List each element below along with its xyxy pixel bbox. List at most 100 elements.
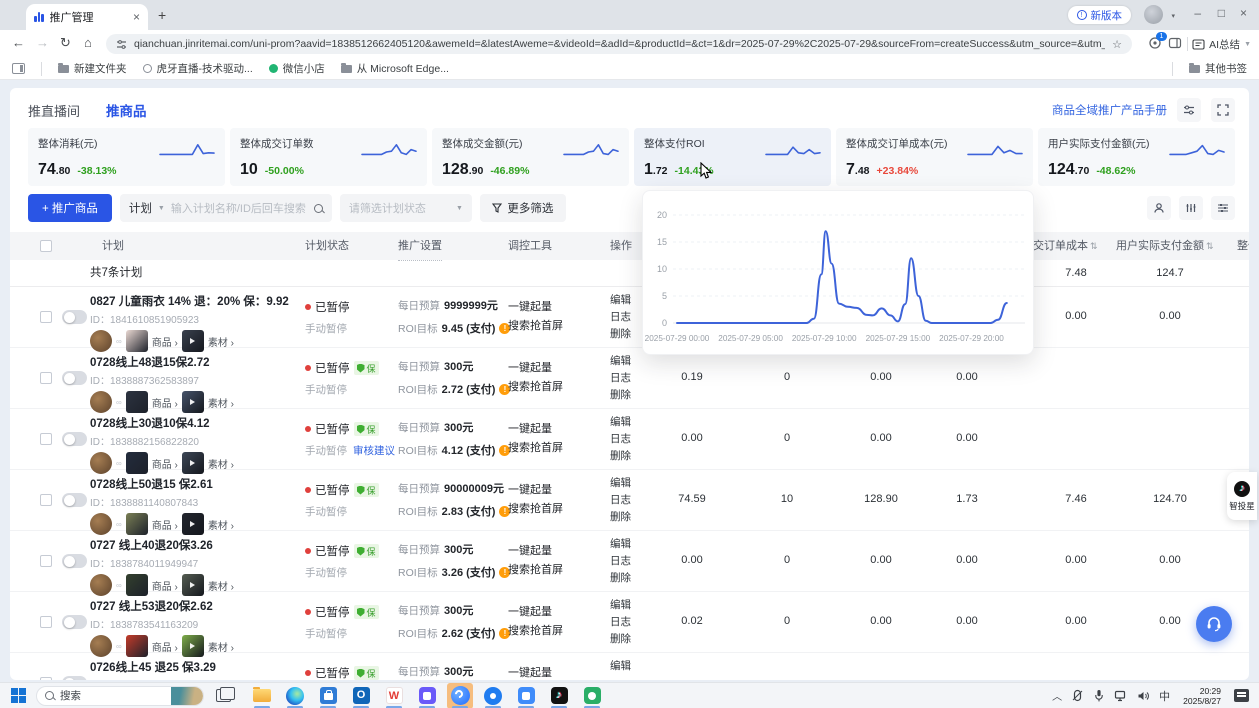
plan-status-select[interactable]: 请筛选计划状态 ▼ (340, 194, 472, 222)
material-link[interactable]: 素材 › (208, 456, 234, 471)
new-tab-button[interactable]: + (158, 7, 166, 23)
site-settings-icon[interactable] (116, 39, 127, 50)
row-checkbox[interactable] (40, 677, 52, 680)
row-checkbox[interactable] (40, 555, 52, 567)
op-edit-link[interactable]: 编辑 (610, 353, 631, 370)
tool-link[interactable]: 搜索抢首屏 (508, 317, 563, 336)
taskbar-app-edge-browser[interactable] (282, 683, 308, 708)
start-button[interactable] (11, 688, 18, 695)
op-delete-link[interactable]: 删除 (610, 326, 631, 343)
side-panel-icon[interactable] (1168, 36, 1183, 51)
taskbar-app-outlook[interactable]: O (348, 683, 374, 708)
taskbar-app-green-app[interactable] (579, 683, 605, 708)
search-icon[interactable] (314, 204, 323, 213)
taskbar-app-file-explorer[interactable] (249, 683, 275, 708)
zhitouxing-widget[interactable]: ♪ 智投星 (1227, 472, 1257, 520)
op-delete-link[interactable]: 删除 (610, 631, 631, 648)
column-header[interactable]: 推广设置 (398, 232, 442, 261)
taskbar-app-blue-app[interactable] (513, 683, 539, 708)
forward-icon[interactable]: → (36, 35, 49, 50)
product-link[interactable]: 商品 › (152, 395, 178, 410)
column-header[interactable]: 计划 (102, 232, 124, 260)
product-link[interactable]: 商品 › (152, 578, 178, 593)
bookmark-item[interactable]: 微信小店 (269, 61, 325, 76)
column-header[interactable]: 调控工具 (508, 232, 552, 260)
ime-indicator[interactable]: 中 (1159, 688, 1170, 704)
tool-link[interactable]: 一键起量 (508, 603, 563, 622)
tool-link[interactable]: 一键起量 (508, 481, 563, 500)
tool-link[interactable]: 搜索抢首屏 (508, 622, 563, 641)
op-edit-link[interactable]: 编辑 (610, 597, 631, 614)
tool-link[interactable]: 搜索抢首屏 (508, 561, 563, 580)
taskbar-app-purple-app[interactable] (414, 683, 440, 708)
settings-sliders-button[interactable] (1177, 98, 1201, 122)
sort-icon[interactable]: ⇅ (1090, 241, 1098, 251)
notification-center-icon[interactable] (1234, 689, 1249, 702)
material-link[interactable]: 素材 › (208, 517, 234, 532)
column-header[interactable]: 计划状态 (305, 232, 349, 260)
tool-link[interactable]: 搜索抢首屏 (508, 378, 563, 397)
back-icon[interactable]: ← (12, 35, 25, 50)
bookmark-item[interactable]: 从 Microsoft Edge... (341, 61, 449, 76)
tool-link[interactable]: 一键起量 (508, 664, 552, 680)
new-version-badge[interactable]: !新版本 (1068, 6, 1132, 24)
taskbar-clock[interactable]: 20:292025/8/27 (1183, 686, 1221, 706)
reading-list-icon[interactable] (12, 63, 25, 74)
plan-select[interactable]: 计划 (129, 200, 152, 216)
taskbar-app-blue-circle-app[interactable] (480, 683, 506, 708)
microphone-icon[interactable] (1093, 689, 1105, 702)
material-link[interactable]: 素材 › (208, 334, 234, 349)
custom-audience-button[interactable] (1147, 196, 1171, 220)
column-header[interactable]: 操作 (610, 232, 632, 260)
product-link[interactable]: 商品 › (152, 456, 178, 471)
plan-search-box[interactable]: 计划 ▼ 输入计划名称/ID后回车搜索 (120, 194, 332, 222)
other-bookmarks[interactable]: 其他书签 (1189, 61, 1247, 76)
network-icon[interactable] (1114, 690, 1128, 702)
tool-link[interactable]: 一键起量 (508, 420, 563, 439)
extension-icon[interactable]: 1 (1148, 36, 1163, 51)
op-delete-link[interactable]: 删除 (610, 509, 631, 526)
row-checkbox[interactable] (40, 616, 52, 628)
kpi-card-5[interactable]: 用户实际支付金额(元)124.70-48.62% (1038, 128, 1235, 186)
kpi-card-3[interactable]: 整体支付ROI1.72-14.43% (634, 128, 831, 186)
row-toggle[interactable] (62, 676, 87, 680)
op-edit-link[interactable]: 编辑 (610, 658, 631, 675)
op-log-link[interactable]: 日志 (610, 492, 631, 509)
volume-icon[interactable] (1137, 690, 1150, 702)
tool-link[interactable]: 一键起量 (508, 542, 563, 561)
op-edit-link[interactable]: 编辑 (610, 292, 631, 309)
op-delete-link[interactable]: 删除 (610, 387, 631, 404)
avatar-caret-icon[interactable]: ▾ (1171, 12, 1175, 20)
kpi-card-0[interactable]: 整体消耗(元)74.80-38.13% (28, 128, 225, 186)
op-edit-link[interactable]: 编辑 (610, 414, 631, 431)
op-log-link[interactable]: 日志 (610, 309, 631, 326)
row-checkbox[interactable] (40, 372, 52, 384)
row-toggle[interactable] (62, 615, 87, 629)
product-link[interactable]: 商品 › (152, 517, 178, 532)
column-header-sortable[interactable]: 用户实际支付金额⇅ (1116, 232, 1214, 260)
window-close-button[interactable]: × (1240, 6, 1247, 20)
bookmark-item[interactable]: 新建文件夹 (58, 61, 127, 76)
select-all-checkbox[interactable] (40, 240, 52, 252)
op-delete-link[interactable]: 删除 (610, 570, 631, 587)
material-link[interactable]: 素材 › (208, 395, 234, 410)
kpi-card-1[interactable]: 整体成交订单数10-50.00% (230, 128, 427, 186)
tab-promote-product[interactable]: 推商品 (106, 100, 147, 120)
column-settings-button[interactable] (1179, 196, 1203, 220)
taskbar-search[interactable]: 搜索 (36, 686, 204, 706)
taskbar-app-ms-store[interactable] (315, 683, 341, 708)
tab-close-icon[interactable]: × (133, 10, 140, 24)
browser-tab[interactable]: 推广管理 × (26, 4, 148, 30)
mouse-device-icon[interactable] (1071, 689, 1084, 702)
tool-link[interactable]: 搜索抢首屏 (508, 439, 563, 458)
product-manual-link[interactable]: 商品全域推广产品手册 (1052, 102, 1167, 118)
tab-live-room[interactable]: 推直播间 (28, 101, 80, 120)
op-log-link[interactable]: 日志 (610, 553, 631, 570)
row-toggle[interactable] (62, 310, 87, 324)
op-log-link[interactable]: 日志 (610, 614, 631, 631)
search-input[interactable]: 输入计划名称/ID后回车搜索 (171, 200, 308, 216)
bookmark-star-icon[interactable]: ☆ (1112, 38, 1122, 51)
tool-link[interactable]: 一键起量 (508, 298, 563, 317)
home-icon[interactable]: ⌂ (84, 35, 92, 50)
op-log-link[interactable]: 日志 (610, 431, 631, 448)
